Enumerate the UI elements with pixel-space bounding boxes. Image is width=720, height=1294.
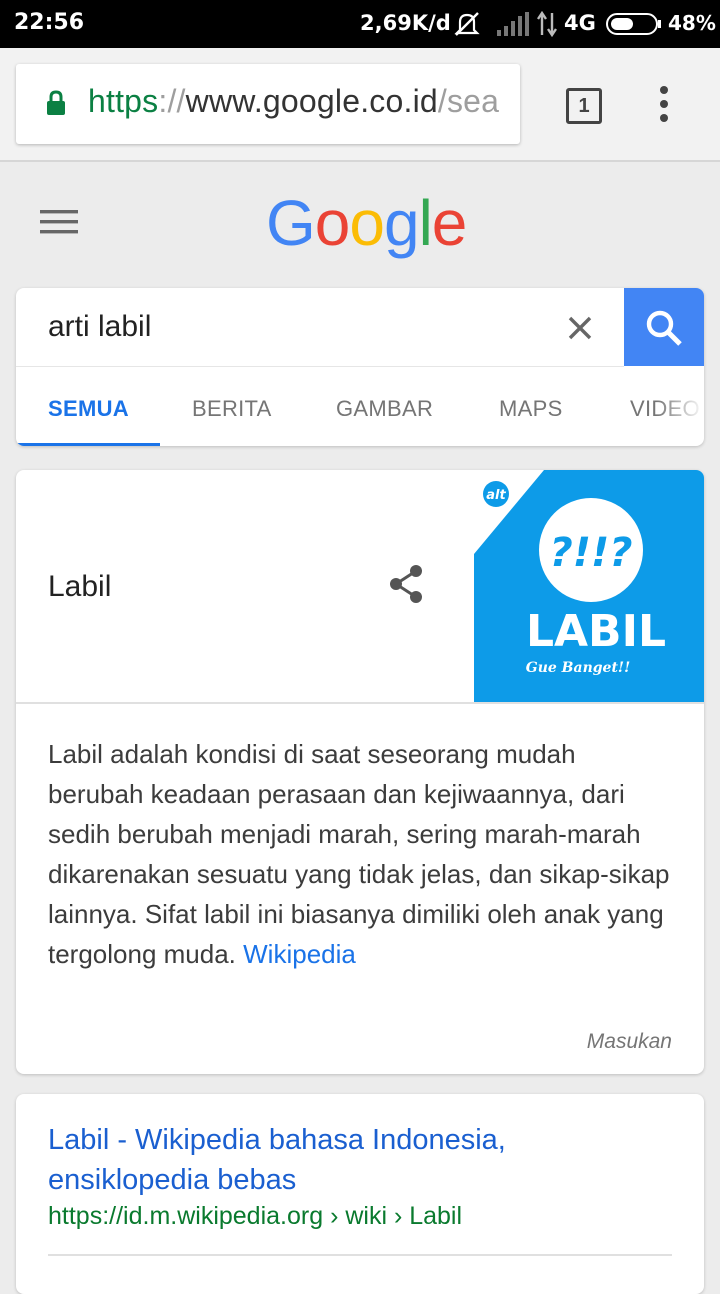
tab-gambar[interactable]: GAMBAR [336,396,433,422]
tab-switcher-button[interactable]: 1 [566,88,602,124]
search-divider [16,366,624,367]
logo-letter: o [349,187,385,259]
clear-icon[interactable] [568,316,592,340]
logo-letter: e [431,187,468,259]
google-logo[interactable]: Google [266,186,468,260]
kp-description: Labil adalah kondisi di saat seseorang m… [48,734,672,974]
search-result-card: Labil - Wikipedia bahasa Indonesia, ensi… [16,1094,704,1294]
status-bar: 22:56 2,69K/d 4G 48% [0,0,720,48]
search-button[interactable] [624,288,704,366]
url-path: /sea [437,83,500,119]
image-marks: ?!!? [550,530,633,576]
url-scheme: https [88,83,159,119]
active-tab-indicator [16,443,160,446]
status-time: 22:56 [14,10,85,35]
knowledge-panel: Labil alt ?!!? LABIL Gue Banget!! Labil … [16,470,704,1074]
kp-title: Labil [48,570,112,603]
address-bar[interactable]: https://www.google.co.id/sea [16,64,520,144]
battery-icon [606,13,661,35]
search-input[interactable]: arti labil [48,310,151,344]
result-url: https://id.m.wikipedia.org › wiki › Labi… [48,1202,463,1230]
search-icon [646,310,682,346]
status-network-type: 4G [564,11,596,35]
url-host: www.google.co.id [185,83,438,119]
kp-divider [16,702,704,704]
kp-source-link[interactable]: Wikipedia [243,939,356,969]
result-title-link[interactable]: Labil - Wikipedia bahasa Indonesia, ensi… [48,1120,648,1200]
url-text[interactable]: https://www.google.co.id/sea [88,83,499,120]
result-divider [48,1254,672,1256]
kp-description-text: Labil adalah kondisi di saat seseorang m… [48,739,670,969]
browser-toolbar: https://www.google.co.id/sea 1 [0,48,720,162]
search-results-page: Google arti labil SEMUA BERITA GAMBAR MA… [0,162,720,1294]
logo-letter: l [418,187,433,259]
url-separator: :// [158,83,186,119]
image-word: LABIL [526,606,666,657]
tab-maps[interactable]: MAPS [499,396,563,422]
status-network-speed: 2,69K/d [360,11,451,35]
image-tagline: Gue Banget!! [526,660,630,676]
logo-letter: o [314,187,351,259]
logo-letter: g [383,187,420,259]
feedback-link[interactable]: Masukan [587,1030,672,1054]
mute-icon [454,12,480,36]
labil-image[interactable]: alt ?!!? LABIL Gue Banget!! [474,470,704,702]
lock-icon [47,90,65,115]
data-arrows-icon [537,11,557,37]
tabs-fade [656,384,704,434]
overflow-menu-icon[interactable] [652,84,676,124]
tab-semua[interactable]: SEMUA [48,396,129,422]
signal-icon [497,12,529,36]
battery-percent: 48% [668,11,716,35]
logo-letter: G [266,187,316,259]
image-badge: alt [486,488,506,503]
share-icon[interactable] [388,564,424,604]
search-box-card: arti labil SEMUA BERITA GAMBAR MAPS VIDE… [16,288,704,446]
tab-berita[interactable]: BERITA [192,396,272,422]
hamburger-menu-icon[interactable] [40,208,80,236]
